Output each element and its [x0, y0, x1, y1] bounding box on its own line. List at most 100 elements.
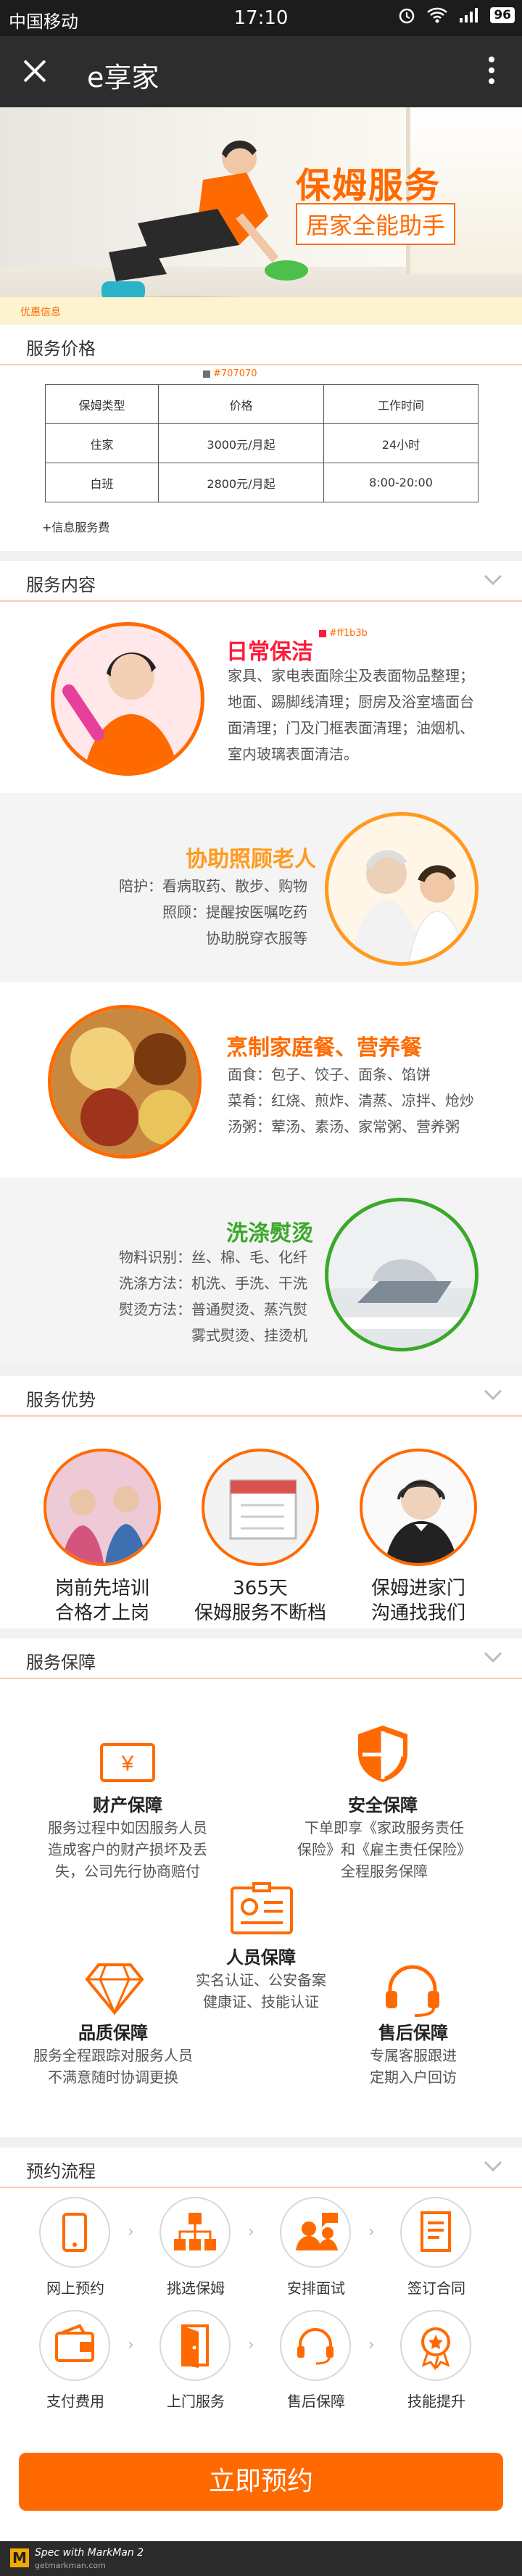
desc-line: 不满意随时协调更换	[48, 2068, 178, 2086]
price-heading: 服务价格	[26, 339, 96, 359]
svg-text:¥: ¥	[121, 1752, 134, 1776]
headset-icon	[386, 1965, 439, 2017]
elderly-illustration	[350, 850, 466, 962]
diamond-icon	[85, 1963, 144, 2016]
color-annotation: #707070	[203, 368, 257, 379]
guarantee-heading: 服务保障	[26, 1652, 96, 1673]
guarantee-title-quality: 品质保障	[78, 2023, 148, 2043]
table-cell: 2800元/月起	[157, 463, 325, 502]
desc-line: 物料识别：丝、棉、毛、化纤	[119, 1248, 307, 1266]
desc-line: 失，公司先行协商赔付	[55, 1863, 200, 1880]
table-row: 白班 2800元/月起 8:00-20:00	[45, 463, 478, 502]
advantage-line: 沟通找我们	[370, 1602, 465, 1624]
close-icon[interactable]	[19, 55, 51, 87]
shield-icon	[358, 1726, 407, 1782]
desc-line: 地面、踢脚线清理；厨房及浴室墙面台	[228, 693, 474, 711]
desc-line: 熨烫方法：普通熨烫、蒸汽熨	[119, 1301, 307, 1318]
color-annotation-text: #707070	[213, 368, 257, 379]
desc-line: 协助脱穿衣服等	[206, 929, 307, 947]
chevron-down-icon[interactable]	[483, 573, 503, 587]
chevron-down-icon[interactable]	[483, 1388, 503, 1402]
process-section-header[interactable]: 预约流程	[0, 2148, 522, 2188]
step-label: 安排面试	[287, 2279, 345, 2297]
book-now-button[interactable]: 立即预约	[19, 2453, 503, 2511]
discount-bar[interactable]: 优惠信息	[0, 297, 522, 325]
desc-line: 定期入户回访	[370, 2068, 457, 2086]
table-header-row: 保姆类型 价格 工作时间	[45, 384, 478, 424]
advantage-line: 365天	[233, 1578, 288, 1599]
advantage-line: 岗前先培训	[54, 1578, 149, 1599]
step-contract[interactable]	[400, 2197, 471, 2268]
advantage-line: 保姆进家门	[370, 1578, 465, 1599]
step-select-nanny[interactable]	[160, 2197, 231, 2268]
step-label: 售后保障	[287, 2393, 345, 2410]
interview-icon	[296, 2213, 338, 2250]
desc-line: 专属客服跟进	[370, 2047, 457, 2064]
chevron-right-icon: ›	[248, 2223, 254, 2241]
advantages-heading: 服务优势	[26, 1390, 96, 1410]
section-divider	[0, 2137, 522, 2148]
nav-bar: e享家	[0, 36, 522, 107]
service-title-laundry: 洗涤熨烫	[226, 1221, 313, 1246]
status-bar: 中国移动 17:10 96	[0, 0, 522, 36]
banner-subtitle: 居家全能助手	[296, 203, 456, 245]
step-interview[interactable]	[280, 2197, 351, 2268]
step-home-service[interactable]	[160, 2310, 231, 2381]
step-online-booking[interactable]	[39, 2197, 110, 2268]
training-photo	[44, 1449, 161, 1566]
step-after-sales[interactable]	[280, 2310, 351, 2381]
desc-line: 室内玻璃表面清洁。	[228, 745, 358, 763]
service-desc-elderly: 陪护：看病取药、散步、购物 照顾：提醒按医嘱吃药 协助脱穿衣服等	[119, 873, 307, 951]
cleaner-illustration	[62, 653, 178, 772]
guarantee-desc-quality: 服务全程跟踪对服务人员 不满意随时协调更换	[19, 2045, 207, 2088]
chevron-down-icon[interactable]	[483, 1650, 503, 1665]
service-desc-cooking: 面食：包子、饺子、面条、馅饼 菜肴：红烧、煎炸、清蒸、凉拌、炝炒 汤粥：荤汤、素…	[228, 1061, 474, 1140]
housekeeper-illustration	[94, 140, 308, 310]
chevron-down-icon[interactable]	[483, 2159, 503, 2174]
step-payment[interactable]	[39, 2310, 110, 2381]
table-header-cell: 保姆类型	[45, 384, 159, 424]
service-title-elderly: 协助照顾老人	[186, 847, 316, 872]
calendar-photo	[202, 1449, 319, 1566]
headset-person-illustration	[385, 1479, 457, 1563]
more-icon[interactable]	[489, 57, 496, 87]
footer-url: getmarkman.com	[35, 2561, 106, 2570]
desc-line: 实名认证、公安备案	[196, 1971, 326, 1989]
guarantee-section-header[interactable]: 服务保障	[0, 1639, 522, 1679]
content-section-header[interactable]: 服务内容	[0, 561, 522, 602]
iron-illustration	[328, 1259, 475, 1348]
desc-line: 面食：包子、饺子、面条、馅饼	[228, 1066, 431, 1083]
advantages-section-header[interactable]: 服务优势	[0, 1376, 522, 1417]
desc-line: 菜肴：红烧、煎炸、清蒸、凉拌、炝炒	[228, 1092, 474, 1109]
id-card-icon	[231, 1882, 293, 1934]
desc-line: 服务过程中如因服务人员	[48, 1819, 207, 1836]
desc-line: 保险》和《雇主责任保险》	[297, 1841, 471, 1858]
table-cell: 住家	[45, 423, 159, 463]
step-skill-upgrade[interactable]	[400, 2310, 471, 2381]
advantage-line: 保姆服务不断档	[194, 1602, 326, 1624]
chevron-right-icon: ›	[368, 2223, 375, 2241]
banner-title: 保姆服务	[296, 165, 442, 206]
guarantee-desc-aftersale: 专属客服跟进 定期入户回访	[341, 2045, 486, 2088]
page-title: e享家	[87, 62, 160, 94]
guarantee-title-aftersale: 售后保障	[378, 2023, 448, 2043]
price-section-header: 服务价格	[0, 325, 522, 365]
phone-icon	[62, 2213, 87, 2252]
desc-line: 面清理；门及门框表面清理；油烟机、	[228, 719, 474, 737]
door-icon	[181, 2324, 209, 2368]
guarantee-title-safety: 安全保障	[348, 1795, 418, 1815]
wallet-icon	[55, 2324, 94, 2362]
desc-line: 雾式熨烫、挂烫机	[191, 1327, 307, 1344]
service-desc-laundry: 物料识别：丝、棉、毛、化纤 洗涤方法：机洗、手洗、干洗 熨烫方法：普通熨烫、蒸汽…	[119, 1244, 307, 1349]
desc-line: 下单即享《家政服务责任	[304, 1819, 464, 1836]
wifi-icon	[427, 7, 448, 23]
guarantee-desc-safety: 下单即享《家政服务责任 保险》和《雇主责任保险》 全程服务保障	[276, 1817, 493, 1882]
elderly-care-photo	[325, 812, 478, 966]
step-label: 签订合同	[407, 2279, 465, 2297]
customer-service-photo	[360, 1449, 477, 1566]
markman-logo: M	[10, 2548, 29, 2567]
table-cell: 3000元/月起	[157, 423, 325, 463]
desc-line: 汤粥：荤汤、素汤、家常粥、营养粥	[228, 1118, 460, 1135]
battery-icon: 96	[490, 7, 515, 23]
section-divider	[0, 1628, 522, 1639]
